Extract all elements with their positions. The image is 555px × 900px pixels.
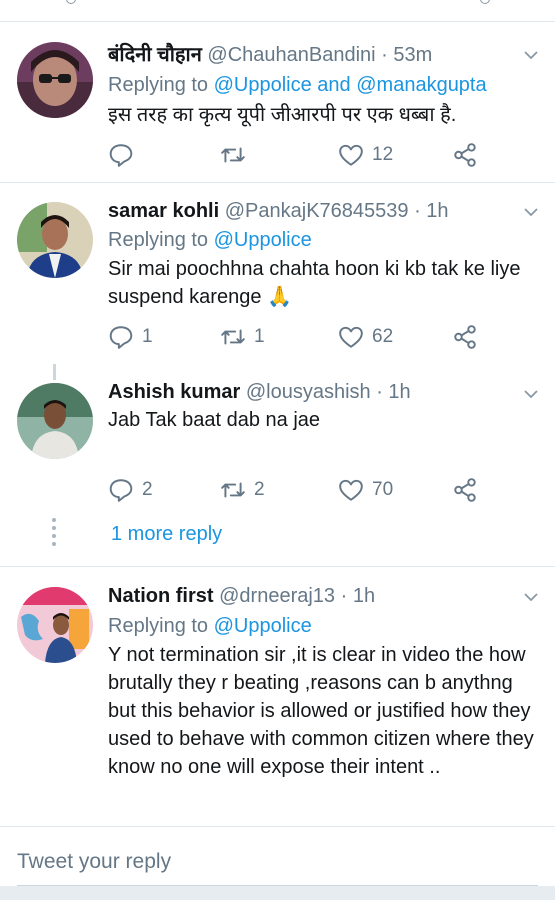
like-button[interactable]: 62 [338, 322, 393, 352]
like-count: 70 [372, 479, 394, 500]
reply-input[interactable]: Tweet your reply [17, 850, 171, 874]
timestamp[interactable]: · 1h [341, 585, 375, 607]
author-handle[interactable]: @PankajK76845539 [225, 200, 409, 222]
tweet-text: Y not termination sir ,it is clear in vi… [108, 644, 534, 778]
timestamp[interactable]: · 53m [381, 44, 432, 66]
previous-tweet-actions-strip [0, 0, 555, 22]
reply-count: 2 [142, 479, 153, 500]
timestamp[interactable]: · 1h [376, 381, 410, 403]
retweet-button[interactable]: 2 [220, 475, 265, 505]
chevron-down-icon[interactable] [523, 589, 539, 605]
like-count: 62 [372, 326, 394, 347]
like-button[interactable]: 12 [338, 140, 393, 170]
like-button[interactable]: 70 [338, 475, 393, 505]
retweet-button[interactable] [220, 140, 254, 170]
reply-tweet[interactable]: samar kohli @PankajK76845539 · 1h Replyi… [0, 183, 555, 363]
replying-to-label: Replying to [108, 615, 214, 637]
bottom-bar [0, 886, 555, 900]
author-handle[interactable]: @drneeraj13 [219, 585, 335, 607]
reply-icon [109, 326, 133, 349]
tweet-text: इस तरह का कृत्य यूपी जीआरपी पर एक धब्बा … [108, 104, 457, 126]
tweet-actions: 2 2 70 [108, 475, 528, 505]
timestamp[interactable]: · 1h [414, 200, 448, 222]
tweet-text: Sir mai poochhna chahta hoon ki kb tak k… [108, 258, 521, 308]
replying-to: Replying to @Uppolice and @manakgupta [108, 73, 487, 97]
share-icon [454, 325, 476, 349]
retweet-icon [221, 482, 245, 498]
reply-button[interactable]: 2 [108, 475, 153, 505]
author-name[interactable]: Ashish kumar [108, 381, 240, 403]
retweet-button[interactable]: 1 [220, 322, 265, 352]
replying-to-mentions[interactable]: @Uppolice [214, 615, 312, 637]
thread-dots [51, 518, 57, 550]
replying-to-label: Replying to [108, 229, 214, 251]
like-icon [339, 144, 363, 166]
share-icon [454, 143, 476, 167]
tweet-actions: 1 1 62 [108, 322, 528, 352]
reply-count: 1 [142, 326, 153, 347]
share-icon [454, 478, 476, 502]
reply-icon [66, 0, 76, 4]
reply-button[interactable] [108, 140, 142, 170]
reply-button[interactable]: 1 [108, 322, 153, 352]
share-button[interactable] [452, 475, 478, 505]
replying-to-label: Replying to [108, 74, 214, 96]
author-name[interactable]: samar kohli [108, 200, 219, 222]
share-button[interactable] [452, 322, 478, 352]
replying-to: Replying to @Uppolice [108, 614, 312, 638]
author-handle[interactable]: @lousyashish [246, 381, 371, 403]
chevron-down-icon[interactable] [523, 204, 539, 220]
replying-to: Replying to @Uppolice [108, 228, 312, 252]
chevron-down-icon[interactable] [523, 47, 539, 63]
share-button[interactable] [452, 140, 478, 170]
retweet-icon [221, 329, 245, 345]
author-handle[interactable]: @ChauhanBandini [207, 44, 375, 66]
reply-icon [109, 144, 133, 167]
retweet-count: 1 [254, 326, 265, 347]
replying-to-mentions[interactable]: @Uppolice and @manakgupta [214, 74, 487, 96]
author-name[interactable]: बंदिनी चौहान [108, 44, 202, 66]
avatar[interactable] [17, 383, 93, 459]
tweet-text: Jab Tak baat dab na jae [108, 409, 321, 431]
author-name[interactable]: Nation first [108, 585, 214, 607]
reply-tweet[interactable]: बंदिनी चौहान @ChauhanBandini · 53m Reply… [0, 23, 555, 183]
replying-to-mentions[interactable]: @Uppolice [214, 229, 312, 251]
like-icon [339, 479, 363, 501]
avatar[interactable] [17, 587, 93, 663]
like-icon [339, 326, 363, 348]
reply-icon [109, 479, 133, 502]
share-icon [480, 0, 490, 4]
retweet-count: 2 [254, 479, 265, 500]
tweet-actions: 12 [108, 140, 528, 170]
more-replies-link[interactable]: 1 more reply [111, 523, 222, 546]
avatar[interactable] [17, 42, 93, 118]
like-count: 12 [372, 144, 394, 165]
avatar[interactable] [17, 202, 93, 278]
retweet-icon [221, 147, 245, 163]
reply-tweet[interactable]: Ashish kumar @lousyashish · 1h Jab Tak b… [0, 363, 555, 567]
reply-tweet[interactable]: Nation first @drneeraj13 · 1h Replying t… [0, 567, 555, 826]
chevron-down-icon[interactable] [523, 386, 539, 402]
